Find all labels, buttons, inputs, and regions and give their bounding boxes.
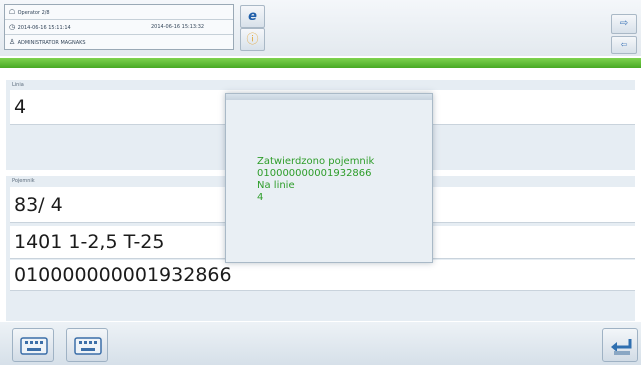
- barcode-field[interactable]: 010000000001932866: [10, 260, 635, 291]
- dialog-line-on-line: Na linie: [257, 180, 295, 191]
- info-row-time: ◷ 2014-06-16 15:11:14 2014-06-16 15:13:3…: [5, 20, 233, 35]
- keyboard-button-1[interactable]: [12, 328, 54, 362]
- help-button[interactable]: e: [240, 5, 265, 28]
- arrow-right-icon: ⇨: [619, 18, 629, 29]
- user-name: ADMINISTRATOR MAGNAKS: [17, 40, 86, 46]
- line-label: Linia: [12, 82, 24, 88]
- keyboard-icon: [20, 337, 48, 355]
- header: ☖ Operator 2/8 ◷ 2014-06-16 15:11:14 201…: [0, 0, 641, 56]
- operator-label: Operator 2/8: [17, 10, 50, 16]
- current-time: 2014-06-16 15:13:32: [151, 24, 205, 30]
- session-start-time: 2014-06-16 15:11:14: [17, 25, 71, 31]
- person-icon: ♙: [8, 38, 16, 46]
- dialog-line-confirmed: Zatwierdzono pojemnik: [257, 156, 375, 167]
- dialog-message: Zatwierdzono pojemnik 010000000001932866…: [257, 156, 374, 204]
- info-row-operator: ☖ Operator 2/8: [5, 5, 233, 20]
- status-bar: [0, 58, 641, 68]
- enter-button[interactable]: [602, 328, 638, 362]
- footer-toolbar: [0, 322, 641, 365]
- info-button[interactable]: ⓘ: [240, 28, 265, 51]
- arrow-left-icon: ⇦: [620, 40, 628, 49]
- dialog-titlebar: [226, 94, 432, 100]
- enter-icon: [611, 339, 632, 355]
- container-label: Pojemnik: [12, 178, 35, 184]
- dialog-line-barcode: 010000000001932866: [257, 168, 372, 179]
- back-button[interactable]: ⇦: [611, 36, 637, 54]
- keyboard-button-2[interactable]: [66, 328, 108, 362]
- info-row-user: ♙ ADMINISTRATOR MAGNAKS: [5, 35, 233, 50]
- session-info-box: ☖ Operator 2/8 ◷ 2014-06-16 15:11:14 201…: [4, 4, 234, 50]
- logout-button[interactable]: ⇨: [611, 14, 637, 34]
- help-icon: e: [248, 9, 257, 24]
- confirmation-dialog[interactable]: Zatwierdzono pojemnik 010000000001932866…: [225, 93, 433, 263]
- clock-icon: ◷: [8, 23, 16, 31]
- user-icon: ☖: [8, 8, 16, 16]
- dialog-line-number: 4: [257, 192, 264, 203]
- info-icon: ⓘ: [246, 32, 259, 46]
- keyboard-icon: [74, 337, 102, 355]
